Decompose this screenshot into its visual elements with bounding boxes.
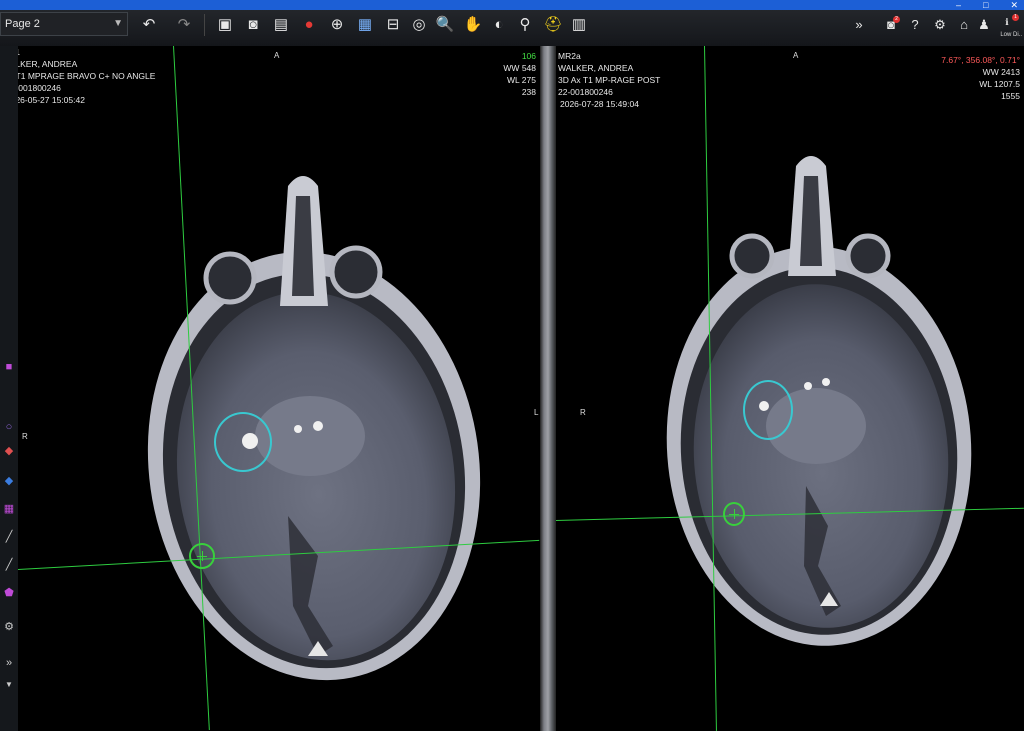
pan-hand-icon[interactable]: ✋ [462, 14, 484, 36]
hard-hat-icon[interactable]: ⛑ [542, 14, 564, 36]
double-chevron-right-icon[interactable]: » [848, 14, 870, 36]
camera-icon[interactable]: ◙ [242, 14, 264, 36]
window-controls: – □ ✕ [956, 0, 1018, 10]
mri-axial-image-1 [147, 176, 481, 681]
line-tool-icon[interactable]: ╱ [2, 530, 16, 544]
study-datetime: 2026-07-28 15:49:04 [560, 99, 639, 109]
overlay-top-left: MR1 WALKER, ANDREA AX T1 MPRAGE BRAVO C+… [18, 46, 155, 106]
save-icon[interactable]: ▣ [214, 14, 236, 36]
lesion-roi-circle[interactable] [743, 380, 793, 440]
main-toolbar: Page 2 ▼ ↶ ↷ ▣ ◙ ▤ ● ⊕ ▦ ⊟ ◎ 🔍 ✋ ◐ ⚲ ⛑ ▥… [0, 10, 1024, 47]
alert-badge: 1 [1012, 14, 1019, 21]
region-tool-icon[interactable]: ▦ [2, 502, 16, 516]
maximize-icon[interactable]: □ [983, 0, 988, 10]
total-images: 1555 [1001, 91, 1020, 101]
zoom-icon[interactable]: 🔍 [434, 14, 456, 36]
marker-tool-icon[interactable]: ◆ [2, 444, 16, 458]
close-icon[interactable]: ✕ [1010, 0, 1018, 10]
arrow-tool-icon[interactable]: ◆ [2, 474, 16, 488]
accession-number: 22-001800246 [18, 83, 61, 93]
low-disk-label: Low Di.. [1000, 32, 1022, 38]
window-level: WL 275 [507, 75, 536, 85]
window-level: WL 1207.5 [979, 79, 1020, 89]
zoom-region-icon[interactable]: ⊕ [326, 14, 348, 36]
window-width: WW 2413 [982, 67, 1020, 77]
help-icon[interactable]: ? [904, 14, 926, 36]
orientation-top: A [793, 51, 799, 60]
study-datetime: 2026-05-27 15:05:42 [18, 95, 85, 105]
series-id: MR2a [558, 51, 581, 61]
undo-icon[interactable]: ↶ [138, 14, 160, 36]
minimize-icon[interactable]: – [956, 0, 961, 10]
rotation-angles: 7.67°, 356.08°, 0.71° [941, 55, 1020, 65]
expand-tools-icon[interactable]: » [2, 656, 16, 670]
image-number: 106 [521, 51, 536, 61]
viewport-splitter[interactable] [540, 46, 556, 731]
stamp-tool-icon[interactable]: ⬟ [2, 586, 16, 600]
accession-number: 22-001800246 [558, 87, 613, 97]
overlay-top-right: 7.67°, 356.08°, 0.71° WW 2413 WL 1207.5 … [941, 54, 1020, 102]
erase-annotations-icon[interactable]: ● [298, 14, 320, 36]
home-icon[interactable]: ⌂ [953, 14, 975, 36]
overlay-top-right: 106 WW 548 WL 275 238 [503, 50, 536, 98]
notification-badge: 2 [893, 16, 900, 23]
annotation-tool-icon[interactable]: ■ [2, 360, 16, 374]
tool-settings-gear-icon[interactable]: ⚙ [2, 620, 16, 634]
window-width: WW 548 [503, 63, 536, 73]
lesion-roi-circle[interactable] [214, 412, 272, 472]
window-level-icon[interactable]: ◐ [488, 14, 510, 36]
viewport-mr2a[interactable]: A R MR2a WALKER, ANDREA 3D Ax T1 MP-RAGE… [556, 46, 1024, 731]
reference-marker[interactable] [723, 502, 745, 526]
orientation-top: A [274, 51, 280, 60]
ruler-tool-icon[interactable]: ╱ [2, 558, 16, 572]
search-equals-icon[interactable]: ⚲ [514, 14, 536, 36]
overlay-top-left: MR2a WALKER, ANDREA 3D Ax T1 MP-RAGE POS… [558, 50, 660, 110]
patient-name: WALKER, ANDREA [558, 63, 634, 73]
user-icon[interactable]: ♟ [973, 14, 995, 36]
series-id: MR1 [18, 46, 155, 58]
orientation-left: R [22, 432, 28, 441]
grid-layout-icon[interactable]: ▦ [354, 14, 376, 36]
mri-axial-image-2 [666, 156, 972, 646]
reference-marker[interactable] [189, 543, 215, 569]
measure-ruler-icon[interactable]: ⊟ [382, 14, 404, 36]
series-description: AX T1 MPRAGE BRAVO C+ NO ANGLE [18, 71, 156, 81]
orientation-left: R [580, 408, 586, 417]
window-title-bar: – □ ✕ [0, 0, 1024, 10]
left-tool-strip: ■ ○ ◆ ◆ ▦ ╱ ╱ ⬟ ⚙ » ▼ [0, 46, 19, 731]
redo-icon[interactable]: ↷ [173, 14, 195, 36]
magnify-icon[interactable]: ◎ [408, 14, 430, 36]
total-images: 238 [521, 87, 536, 97]
viewport-mr1[interactable]: A R L MR1 WALKER, ANDREA AX T1 MPRAGE BR… [18, 46, 540, 731]
collapse-down-icon[interactable]: ▼ [2, 678, 16, 692]
page-select-dropdown[interactable]: Page 2 ▼ [0, 12, 128, 36]
chevron-down-icon: ▼ [113, 18, 123, 29]
page-select-value: Page 2 [5, 18, 40, 30]
settings-gear-icon[interactable]: ⚙ [929, 14, 951, 36]
ellipse-tool-icon[interactable]: ○ [2, 420, 16, 434]
series-link-icon[interactable]: ▥ [568, 14, 590, 36]
toolbar-divider [204, 14, 205, 36]
screen-capture-icon[interactable]: ▤ [270, 14, 292, 36]
patient-name: WALKER, ANDREA [18, 59, 78, 69]
orientation-right: L [534, 408, 539, 417]
series-description: 3D Ax T1 MP-RAGE POST [558, 75, 661, 85]
